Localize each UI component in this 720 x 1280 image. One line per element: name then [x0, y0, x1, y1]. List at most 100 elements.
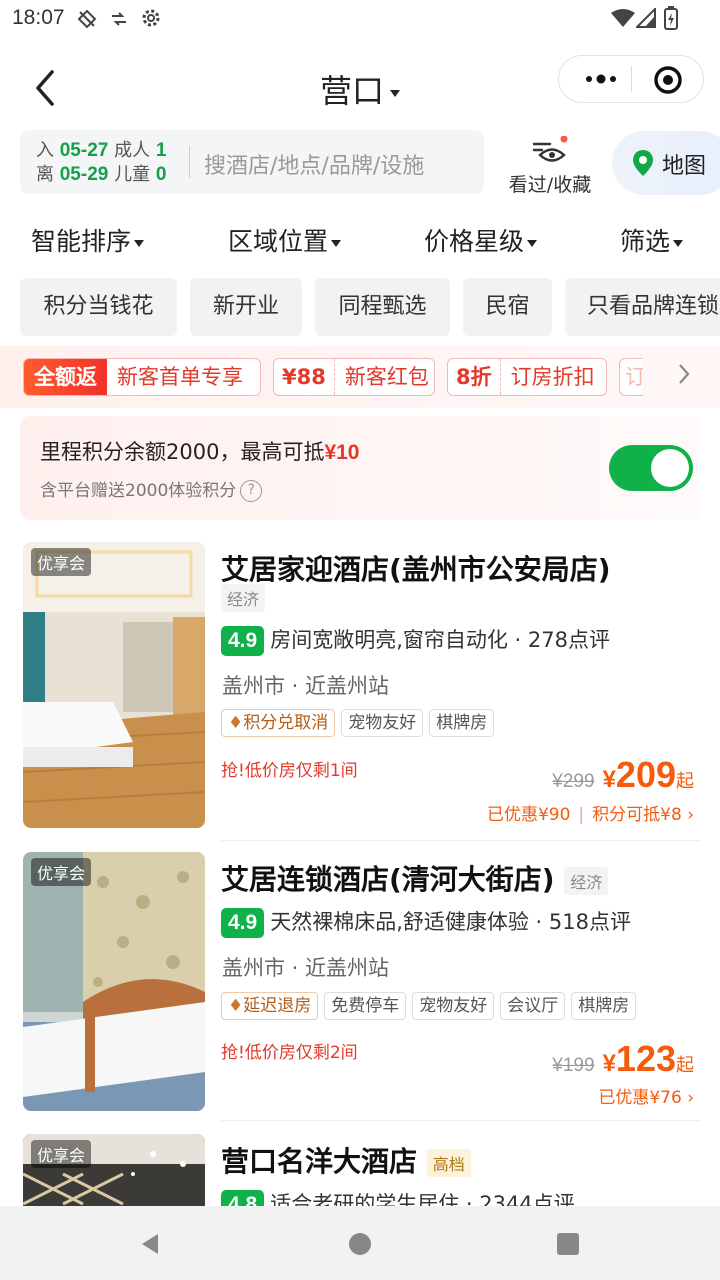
promo-red-packet[interactable]: ¥88 新客红包	[273, 358, 435, 396]
battery-icon	[664, 6, 678, 30]
member-badge: 优享会	[31, 548, 92, 576]
price-from: 起	[676, 771, 694, 791]
hotel-tag: 宠物友好	[412, 992, 495, 1020]
divider	[221, 1120, 700, 1121]
promo-text: 新客首单专享	[117, 365, 243, 389]
close-mini-program-icon[interactable]	[653, 65, 683, 95]
promo-tag: 8折	[448, 359, 501, 395]
nav-recents-icon[interactable]	[556, 1232, 580, 1256]
points-balance: 里程积分余额2000，最高可抵¥10	[40, 436, 360, 466]
sort-price-star[interactable]: 价格星级	[424, 222, 538, 258]
promo-text: 新客红包	[344, 365, 429, 389]
discount-info[interactable]: 已优惠¥76 ›	[598, 1083, 694, 1108]
hotel-card[interactable]: 优享会 艾居连锁酒店(清河大街店) 经济 4.9 天然裸棉床品,舒适健康体验 · …	[0, 852, 720, 1122]
eye-icon	[532, 136, 568, 162]
caret-down-icon	[134, 239, 145, 247]
hotel-tag-text: 延迟退房	[243, 996, 312, 1016]
original-price: ¥299	[552, 771, 595, 792]
signal-icon	[636, 8, 656, 28]
points-note-text: 含平台赠送2000体验积分	[40, 481, 237, 501]
sort-filter[interactable]: 筛选	[620, 222, 684, 258]
separator: |	[578, 805, 585, 825]
hotel-image[interactable]: 优享会	[23, 542, 205, 828]
current-price: 209	[615, 754, 676, 795]
date-guest-selector[interactable]: 入 05-27 成人 1 离 05-29 儿童 0	[36, 139, 166, 187]
chevron-right-icon[interactable]	[676, 362, 692, 386]
rating-score: 4.9	[221, 908, 265, 938]
hotel-image[interactable]: 优享会	[23, 1134, 205, 1206]
price-from: 起	[676, 1055, 694, 1075]
nav-home-icon[interactable]	[348, 1232, 372, 1256]
hotel-tag: 免费停车	[324, 992, 407, 1020]
search-input[interactable]: 搜酒店/地点/品牌/设施	[204, 148, 424, 180]
chevron-right-icon: ›	[681, 805, 694, 825]
member-badge: 优享会	[31, 858, 92, 886]
map-pin-icon	[633, 150, 653, 176]
chevron-down-icon	[390, 89, 400, 97]
low-stock-notice: 抢!低价房仅剩1间	[221, 761, 358, 781]
toggle-knob	[651, 449, 689, 487]
chip-new-open[interactable]: 新开业	[190, 278, 302, 336]
checkin-date: 05-27	[59, 140, 109, 161]
chip-homestay[interactable]: 民宿	[463, 278, 552, 336]
more-icon[interactable]	[585, 72, 617, 86]
checkout-date: 05-29	[59, 164, 109, 185]
original-price: ¥199	[552, 1055, 595, 1076]
mileage-points-card: 里程积分余额2000，最高可抵¥10 含平台赠送2000体验积分?	[20, 416, 700, 520]
hotel-tag: 会议厅	[500, 992, 566, 1020]
wifi-icon	[611, 9, 635, 27]
history-favorites-button[interactable]: 看过/收藏	[500, 132, 600, 196]
points-note: 含平台赠送2000体验积分?	[40, 476, 263, 502]
sort-price-label: 价格星级	[424, 227, 525, 256]
promo-discount[interactable]: 8折 订房折扣	[447, 358, 607, 396]
low-stock-notice: 抢!低价房仅剩2间	[221, 1043, 358, 1063]
search-box[interactable]: 入 05-27 成人 1 离 05-29 儿童 0 搜酒店/地点/品牌/设施	[20, 130, 484, 194]
promo-tag: 订	[620, 359, 643, 395]
hotel-grade-badge: 高档	[426, 1149, 471, 1177]
chip-brand-chain[interactable]: 只看品牌连锁	[565, 278, 720, 336]
sort-smart-label: 智能排序	[31, 227, 132, 256]
discount-info[interactable]: 已优惠¥90 | 积分可抵¥8 ›	[487, 800, 694, 825]
adult-count: 1	[155, 140, 167, 161]
chip-points[interactable]: 积分当钱花	[20, 278, 177, 336]
caret-down-icon	[331, 239, 342, 247]
mini-program-capsule	[558, 55, 704, 103]
hotel-tag-text: 积分兑取消	[243, 713, 329, 733]
points-toggle[interactable]	[609, 445, 693, 491]
hotel-name[interactable]: 艾居家迎酒店(盖州市公安局店)	[221, 548, 611, 588]
status-time: 18:07	[12, 6, 65, 29]
sort-area-label: 区域位置	[228, 227, 329, 256]
diamond-icon: ♦	[228, 713, 244, 733]
nosim-icon	[77, 9, 97, 29]
child-count: 0	[155, 164, 167, 185]
hotel-tag: 宠物友好	[341, 709, 424, 737]
hotel-tag: ♦积分兑取消	[221, 709, 336, 737]
hotel-name[interactable]: 营口名洋大酒店 高档	[221, 1140, 471, 1180]
hotel-tags: ♦延迟退房 免费停车 宠物友好 会议厅 棋牌房	[221, 992, 642, 1020]
sort-area[interactable]: 区域位置	[228, 222, 342, 258]
chip-selected[interactable]: 同程甄选	[315, 278, 450, 336]
hotel-image[interactable]: 优享会	[23, 852, 205, 1111]
hotel-tag: 棋牌房	[429, 709, 495, 737]
status-bar: 18:07	[0, 0, 720, 38]
help-icon[interactable]: ?	[240, 480, 263, 502]
currency: ¥	[602, 1050, 616, 1077]
member-badge: 优享会	[31, 1140, 92, 1168]
nav-back-icon[interactable]	[138, 1232, 162, 1256]
hotel-location: 盖州市 · 近盖州站	[222, 674, 390, 698]
hotel-card[interactable]: 优享会 营口名洋大酒店 高档 4.8 适合老研的学生居住 · 2344点评	[0, 1134, 720, 1206]
adult-label: 成人	[114, 140, 151, 161]
caret-down-icon	[527, 239, 538, 247]
hotel-location: 盖州市 · 近盖州站	[222, 956, 390, 980]
promo-partial[interactable]: 订	[619, 358, 643, 396]
hotel-name-text: 营口名洋大酒店	[221, 1145, 418, 1178]
hotel-card[interactable]: 优享会 艾居家迎酒店(盖州市公安局店) 经济 4.9 房间宽敞明亮,窗帘自动化 ·…	[0, 542, 720, 842]
system-nav-bar	[0, 1206, 720, 1280]
promo-bar: 全额返新客首单专享 ¥88 新客红包 8折订房折扣 订	[0, 346, 720, 408]
map-button[interactable]: 地图	[612, 131, 720, 195]
sort-smart[interactable]: 智能排序	[31, 222, 145, 258]
map-label: 地图	[662, 154, 707, 179]
points-max-amount: ¥10	[324, 441, 360, 464]
hotel-name[interactable]: 艾居连锁酒店(清河大街店) 经济	[221, 858, 609, 898]
promo-full-refund[interactable]: 全额返 新客首单专享	[23, 358, 261, 396]
